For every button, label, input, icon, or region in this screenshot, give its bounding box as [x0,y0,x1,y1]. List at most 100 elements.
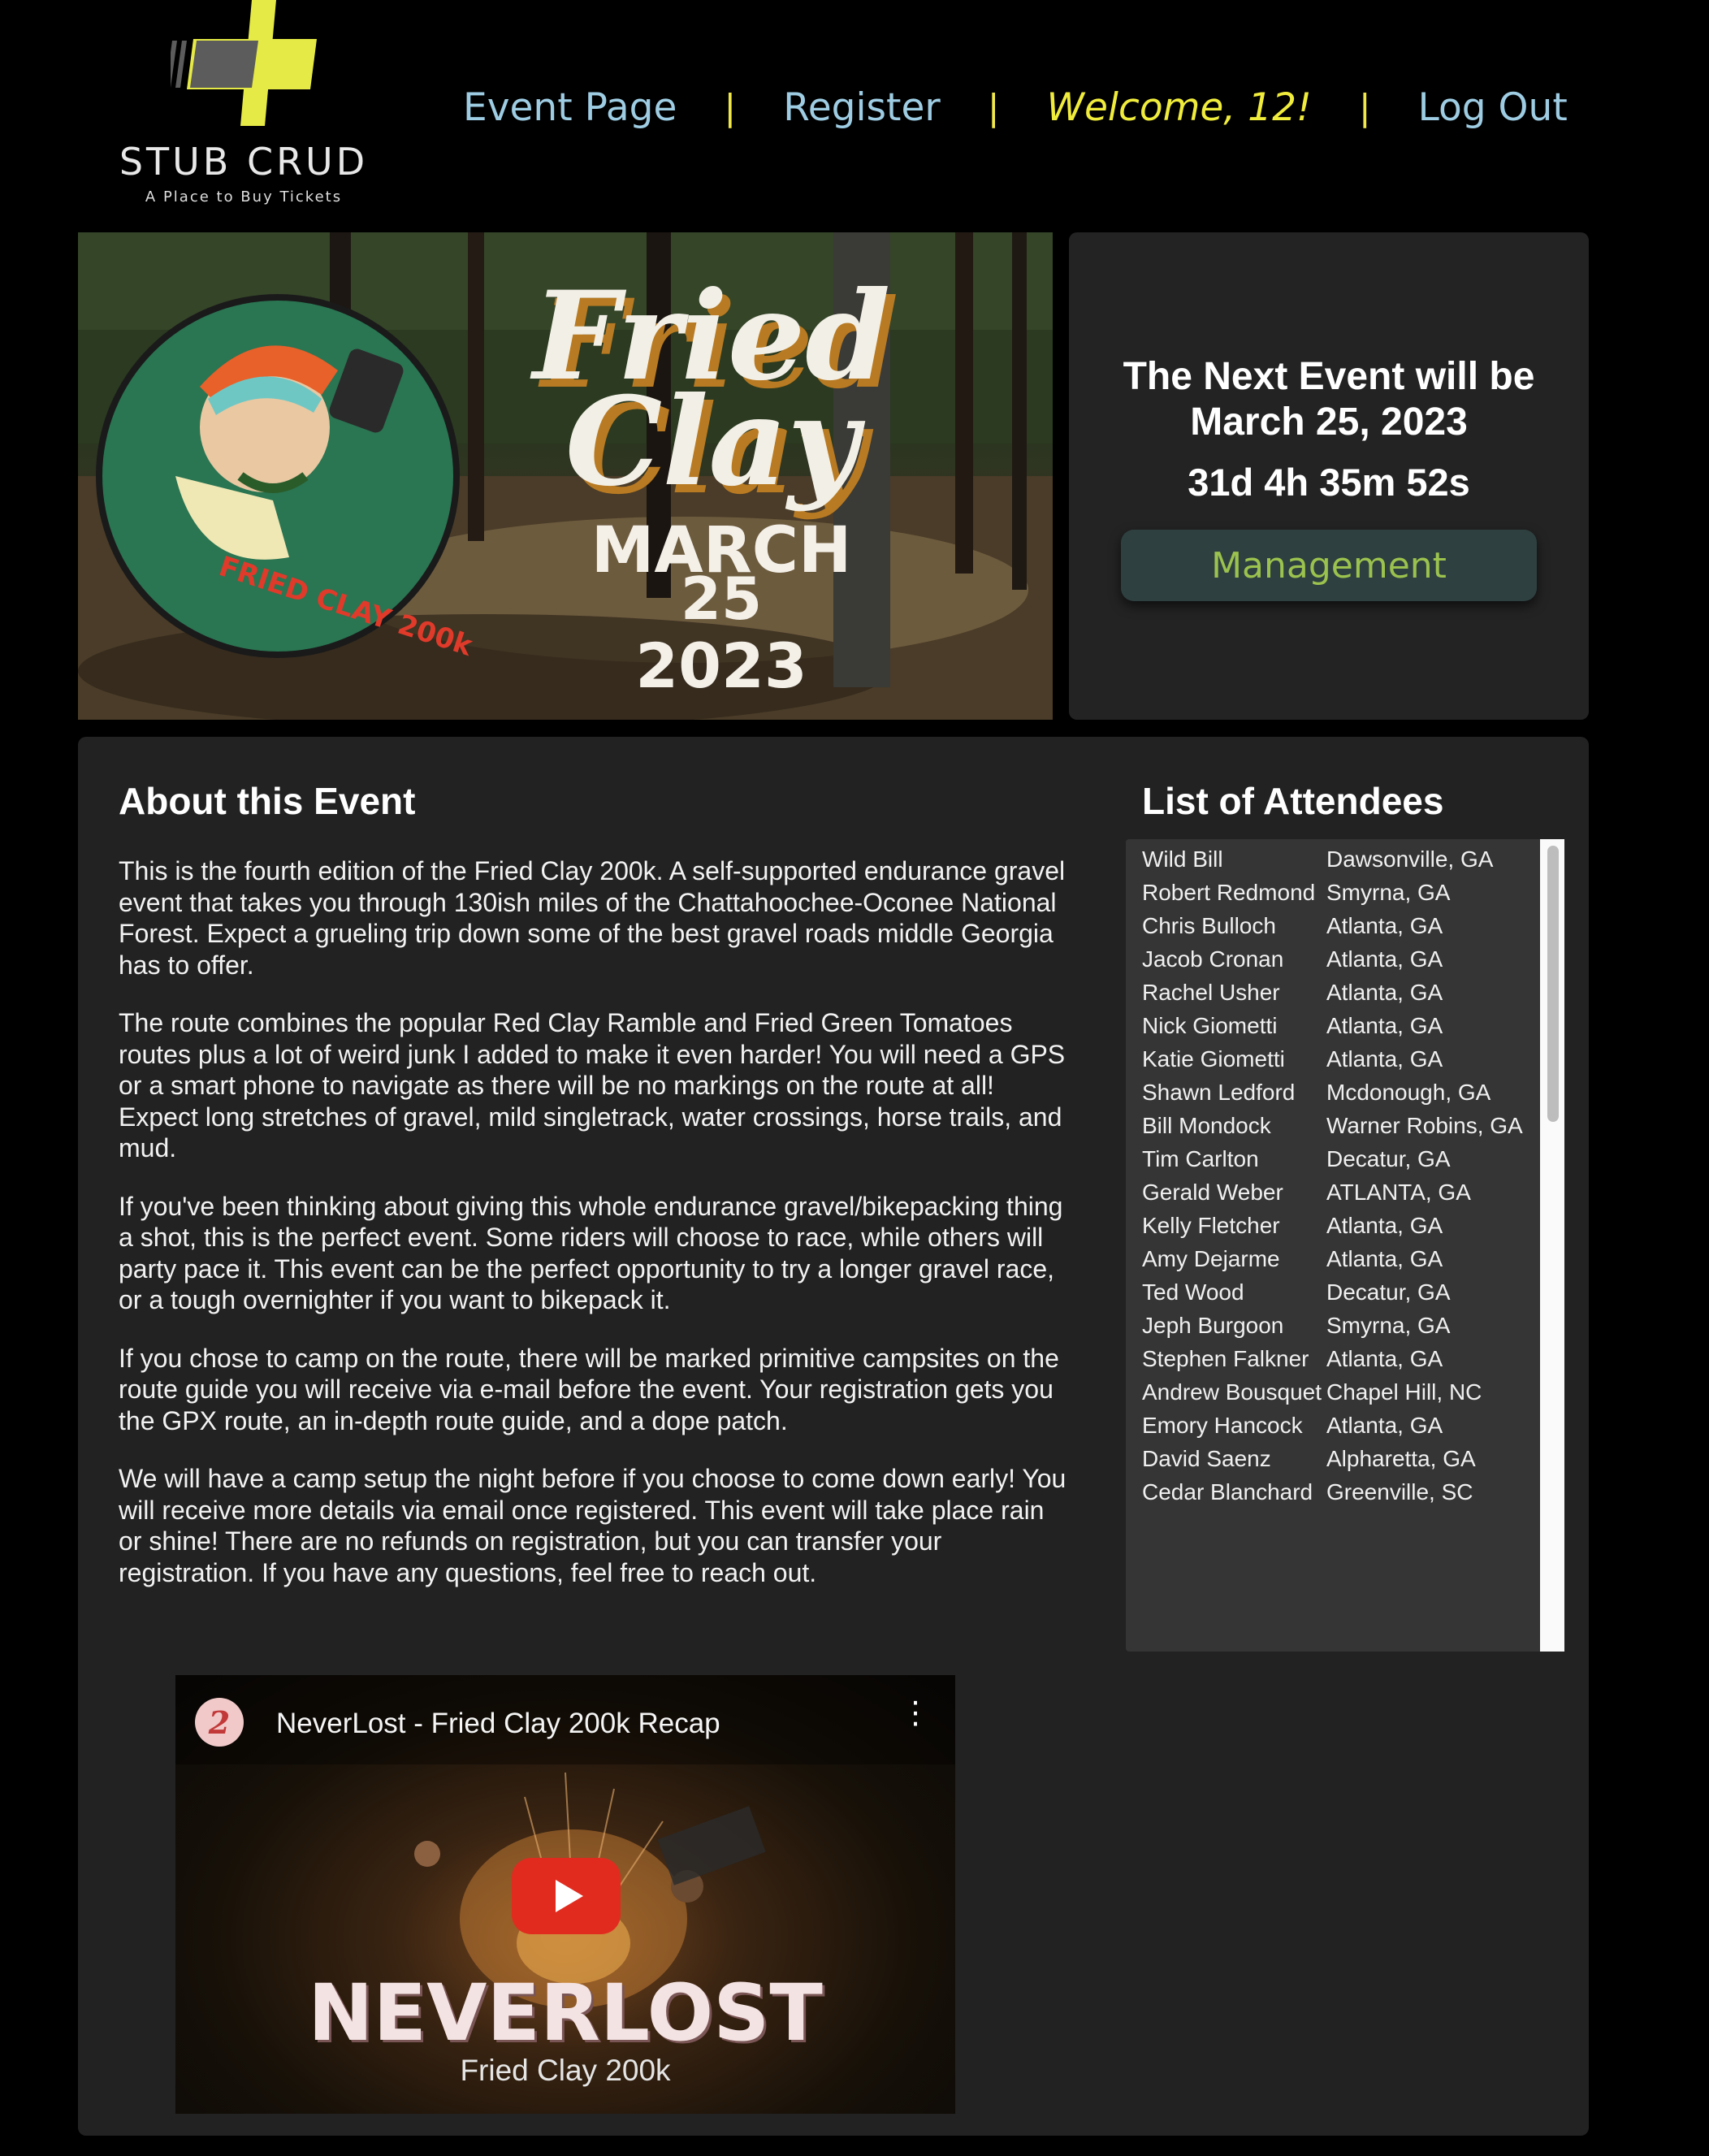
attendee-city: Dawsonville, GA [1326,846,1494,872]
attendee-city: Atlanta, GA [1326,1346,1443,1371]
attendee-city: Smyrna, GA [1326,880,1451,905]
attendee-city: Chapel Hill, NC [1326,1379,1482,1405]
attendee-list[interactable]: Wild Bill Dawsonville, GA Robert Redmond Sm… [1126,839,1564,1652]
attendee-city: Smyrna, GA [1326,1313,1451,1338]
attendee-name: Jeph Burgoon [1142,1313,1284,1338]
attendee-row: Gerald Weber ATLANTA, GA [1126,1175,1540,1209]
countdown-timer: 31d 4h 35m 52s [1188,461,1470,504]
attendee-name: Kelly Fletcher [1142,1213,1280,1238]
logo-title: STUB CRUD [119,140,369,184]
nav-separator: | [987,86,1000,128]
attendee-city: Atlanta, GA [1326,1213,1443,1238]
attendee-name: Tim Carlton [1142,1146,1259,1171]
about-paragraph: The route combines the popular Red Clay … [119,1008,1066,1162]
about-paragraph: If you've been thinking about giving thi… [119,1191,1063,1315]
attendee-name: Shawn Ledford [1142,1080,1296,1105]
attendee-row: Nick Giometti Atlanta, GA [1126,1009,1540,1042]
attendee-city: Atlanta, GA [1326,1013,1443,1038]
attendee-city: Alpharetta, GA [1326,1446,1476,1471]
hero-date-year: 2023 [635,630,807,702]
attendee-row: Katie Giometti Atlanta, GA [1126,1042,1540,1076]
attendee-row: Emory Hancock Atlanta, GA [1126,1409,1540,1442]
attendee-name: Stephen Falkner [1142,1346,1309,1371]
next-event-card: The Next Event will be March 25, 2023 31… [1069,232,1589,720]
attendee-city: Decatur, GA [1326,1146,1451,1171]
about-paragraph: We will have a camp setup the night befo… [119,1464,1067,1587]
attendee-row: Jacob Cronan Atlanta, GA [1126,942,1540,976]
next-event-date: March 25, 2023 [1190,400,1468,444]
attendee-row: David Saenz Alpharetta, GA [1126,1442,1540,1475]
attendee-city: Atlanta, GA [1326,1246,1443,1271]
attendee-name: Cedar Blanchard [1142,1479,1313,1504]
video-subtitle: Fried Clay 200k [460,2054,671,2087]
attendees-heading: List of Attendees [1142,780,1444,822]
management-button[interactable]: Management [1121,530,1537,601]
video-embed[interactable]: 2 NeverLost - Fried Clay 200k Recap ⋮ NE… [175,1675,955,2114]
site-logo[interactable]: STUB CRUD A Place to Buy Tickets [106,0,382,207]
attendee-city: Atlanta, GA [1326,1413,1443,1438]
attendee-name: Bill Mondock [1142,1113,1271,1138]
play-button[interactable] [512,1858,621,1934]
attendee-city: Atlanta, GA [1326,1046,1443,1072]
hero-date-day: 25 [681,565,762,633]
event-details-panel: About this Event This is the fourth edit… [78,737,1589,2136]
attendee-name: Gerald Weber [1142,1180,1283,1205]
attendee-name: Rachel Usher [1142,980,1280,1005]
attendee-city: ATLANTA, GA [1326,1180,1471,1205]
event-banner: FRIED CLAY 200k Fried Fried Clay Clay MA… [78,232,1053,720]
attendee-city: Greenville, SC [1326,1479,1473,1504]
attendee-name: David Saenz [1142,1446,1271,1471]
channel-avatar[interactable]: 2 [195,1698,244,1747]
logo-tagline: A Place to Buy Tickets [145,188,343,206]
attendee-row: Shawn Ledford Mcdonough, GA [1126,1076,1540,1109]
attendee-name: Jacob Cronan [1142,946,1284,972]
play-icon [556,1880,583,1912]
next-event-line-1: The Next Event will be [1123,355,1535,398]
attendee-name: Emory Hancock [1142,1413,1303,1438]
nav-event-page-link[interactable]: Event Page [463,85,677,130]
nav-separator: | [724,86,737,128]
welcome-message: Welcome, 12! [1046,84,1312,130]
logo-mark-icon [171,0,317,126]
nav-separator: | [1358,86,1371,128]
attendee-city: Atlanta, GA [1326,980,1443,1005]
attendee-name: Nick Giometti [1142,1013,1278,1038]
next-event-heading: The Next Event will be March 25, 2023 [1069,354,1589,445]
attendee-name: Andrew Bousquet [1142,1379,1322,1405]
hero-title-line-2: Clay [565,370,866,513]
attendee-city: Atlanta, GA [1326,913,1443,938]
attendee-row: Kelly Fletcher Atlanta, GA [1126,1209,1540,1242]
attendee-name: Ted Wood [1142,1279,1244,1305]
attendee-name: Amy Dejarme [1142,1246,1280,1271]
attendee-city: Warner Robins, GA [1326,1113,1523,1138]
attendee-row: Chris Bulloch Atlanta, GA [1126,909,1540,942]
attendee-name: Robert Redmond [1142,880,1316,905]
attendee-row: Amy Dejarme Atlanta, GA [1126,1242,1540,1275]
attendee-name: Wild Bill [1142,846,1223,872]
video-logo-text: NEVERLOST [308,1968,823,2059]
attendee-row: Bill Mondock Warner Robins, GA [1126,1109,1540,1142]
nav-register-link[interactable]: Register [783,85,941,130]
attendee-name: Katie Giometti [1142,1046,1285,1072]
top-nav: Event Page | Register | Welcome, 12! | L… [463,81,1568,133]
attendee-name: Chris Bulloch [1142,913,1276,938]
scrollbar-thumb[interactable] [1547,846,1559,1122]
about-heading: About this Event [119,780,416,822]
video-title[interactable]: NeverLost - Fried Clay 200k Recap [276,1708,720,1740]
attendee-row: Robert Redmond Smyrna, GA [1126,876,1540,909]
attendee-row: Jeph Burgoon Smyrna, GA [1126,1309,1540,1342]
more-options-icon[interactable]: ⋮ [900,1698,931,1729]
attendee-row: Rachel Usher Atlanta, GA [1126,976,1540,1009]
attendee-row: Tim Carlton Decatur, GA [1126,1142,1540,1175]
attendee-scrollbar[interactable] [1540,839,1564,1652]
attendee-row: Wild Bill Dawsonville, GA [1126,842,1540,876]
about-paragraph: If you chose to camp on the route, there… [119,1343,1059,1435]
nav-logout-link[interactable]: Log Out [1418,85,1568,130]
attendee-row: Cedar Blanchard Greenville, SC [1126,1475,1540,1509]
attendee-row: Stephen Falkner Atlanta, GA [1126,1342,1540,1375]
attendee-city: Decatur, GA [1326,1279,1451,1305]
about-paragraph: This is the fourth edition of the Fried … [119,856,1066,980]
attendee-city: Atlanta, GA [1326,946,1443,972]
about-body: This is the fourth edition of the Fried … [119,855,1069,1615]
attendee-row: Andrew Bousquet Chapel Hill, NC [1126,1375,1540,1409]
